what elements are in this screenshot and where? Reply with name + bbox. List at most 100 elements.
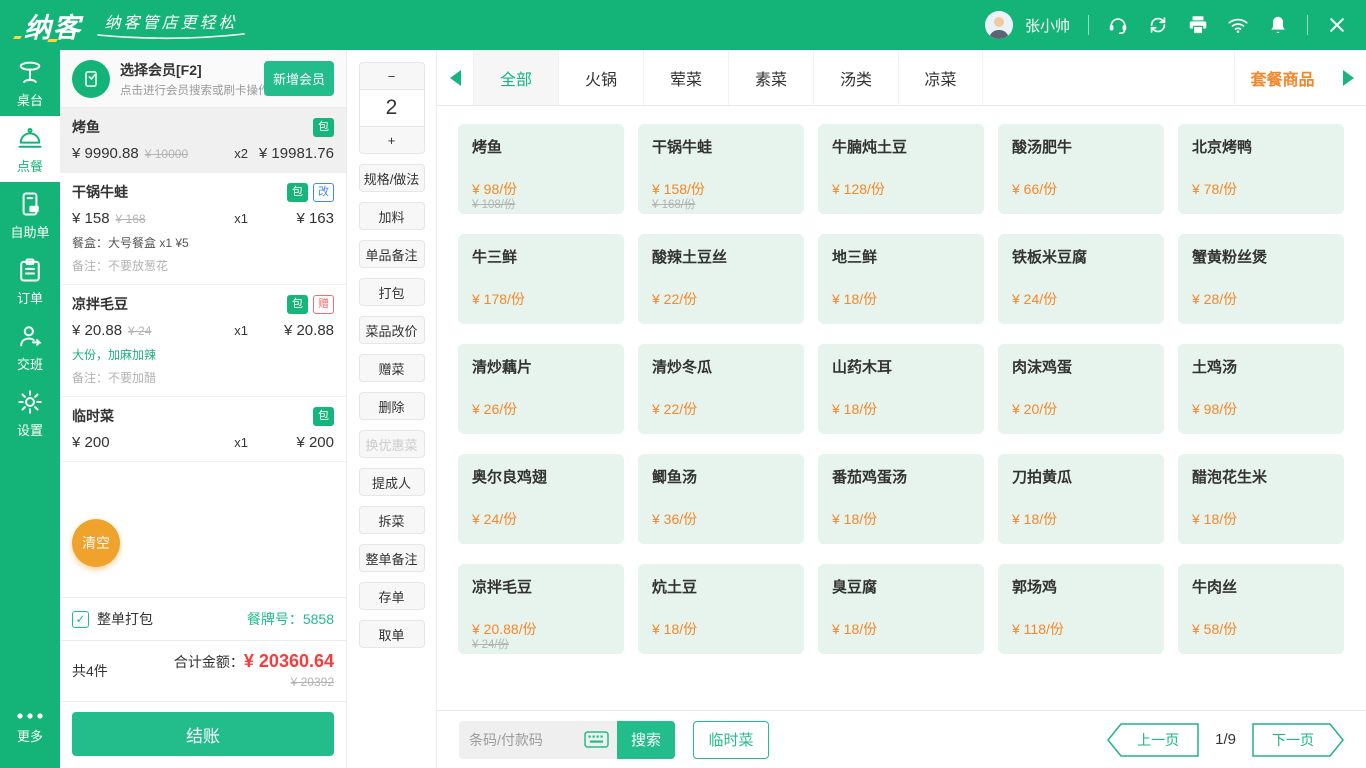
menu-item-card[interactable]: 臭豆腐¥ 18/份 [818,564,984,654]
menu-item-card[interactable]: 酸汤肥牛¥ 66/份 [998,124,1164,214]
menu-item-card[interactable]: 凉拌毛豆¥ 20.88/份¥ 24/份 [458,564,624,654]
menu-item-card[interactable]: 牛肉丝¥ 58/份 [1178,564,1344,654]
action-button-加料[interactable]: 加料 [359,202,425,230]
menu-item-card[interactable]: 鲫鱼汤¥ 36/份 [638,454,804,544]
action-button-提成人[interactable]: 提成人 [359,468,425,496]
menu-item-card[interactable]: 酸辣土豆丝¥ 22/份 [638,234,804,324]
pack-checkbox[interactable]: ✓ [72,611,89,628]
tab-全部[interactable]: 全部 [473,50,558,105]
menu-item-name: 肉沫鸡蛋 [1012,356,1154,377]
prev-page-label: 上一页 [1107,723,1199,757]
action-button-存单[interactable]: 存单 [359,582,425,610]
order-item-name: 凉拌毛豆 [72,294,128,314]
avatar[interactable] [985,11,1013,39]
action-buttons: 规格/做法加料单品备注打包菜品改价赠菜删除换优惠菜提成人拆菜整单备注存单取单 [359,164,425,648]
sidebar-item-设置[interactable]: 设置 [0,380,60,446]
tab-凉菜[interactable]: 凉菜 [898,50,983,105]
order-item-total: ¥ 163 [248,210,334,227]
checkout-button[interactable]: 结账 [72,712,334,756]
action-button-整单备注[interactable]: 整单备注 [359,544,425,572]
content: 全部火锅荤菜素菜汤类凉菜 套餐商品 烤鱼¥ 98/份¥ 108/份干锅牛蛙¥ 1… [437,50,1366,768]
order-item-original-price: ¥ 168 [116,212,146,226]
menu-item-card[interactable]: 北京烤鸭¥ 78/份 [1178,124,1344,214]
actions-column: − 2 + 规格/做法加料单品备注打包菜品改价赠菜删除换优惠菜提成人拆菜整单备注… [347,50,437,768]
action-button-取单[interactable]: 取单 [359,620,425,648]
menu-item-name: 刀拍黄瓜 [1012,466,1154,487]
menu-item-card[interactable]: 地三鲜¥ 18/份 [818,234,984,324]
service-icon[interactable] [1107,14,1129,36]
add-member-button[interactable]: 新增会员 [264,61,334,96]
order-item[interactable]: 临时菜包¥ 200x1¥ 200 [60,397,346,462]
menu-item-card[interactable]: 土鸡汤¥ 98/份 [1178,344,1344,434]
action-button-赠菜[interactable]: 赠菜 [359,354,425,382]
order-item-price: ¥ 158 [72,210,110,227]
keyboard-icon[interactable] [584,731,609,748]
action-button-规格/做法[interactable]: 规格/做法 [359,164,425,192]
brand: 纳客 纳客管店更轻松 [14,6,246,45]
sidebar-item-more[interactable]: 更多 [0,694,60,760]
barcode-input[interactable] [469,732,580,748]
menu-item-name: 北京烤鸭 [1192,136,1334,157]
tabs-prev-arrow-icon[interactable] [437,50,473,105]
menu-item-card[interactable]: 番茄鸡蛋汤¥ 18/份 [818,454,984,544]
menu-item-card[interactable]: 山药木耳¥ 18/份 [818,344,984,434]
order-item-name: 临时菜 [72,406,114,426]
order-item[interactable]: 凉拌毛豆包赠¥ 20.88¥ 24x1¥ 20.88大份，加麻加辣备注：不要加醋 [60,285,346,397]
order-item[interactable]: 干锅牛蛙包改¥ 158¥ 168x1¥ 163餐盒：大号餐盒 x1 ¥5备注：不… [60,173,346,285]
menu-item-card[interactable]: 烤鱼¥ 98/份¥ 108/份 [458,124,624,214]
sidebar-more-label: 更多 [17,726,43,745]
action-button-拆菜[interactable]: 拆菜 [359,506,425,534]
menu-item-price: ¥ 18/份 [1012,509,1057,529]
menu-item-card[interactable]: 清炒冬瓜¥ 22/份 [638,344,804,434]
sidebar-item-自助单[interactable]: 自助单 [0,182,60,248]
menu-item-card[interactable]: 奥尔良鸡翅¥ 24/份 [458,454,624,544]
search-group: 搜索 [459,721,675,759]
printer-icon[interactable] [1187,14,1209,36]
tab-火锅[interactable]: 火锅 [558,50,643,105]
menu-item-card[interactable]: 醋泡花生米¥ 18/份 [1178,454,1344,544]
close-icon[interactable] [1326,14,1348,36]
order-panel: 选择会员[F2] 点击进行会员搜索或刷卡操作 新增会员 烤鱼包¥ 9990.88… [60,50,347,768]
search-button[interactable]: 搜索 [617,721,675,759]
menu-item-card[interactable]: 干锅牛蛙¥ 158/份¥ 168/份 [638,124,804,214]
menu-item-card[interactable]: 牛三鲜¥ 178/份 [458,234,624,324]
order-item-price-row: ¥ 158¥ 168x1¥ 163 [72,210,334,227]
prev-page-button[interactable]: 上一页 [1107,723,1199,757]
username[interactable]: 张小帅 [1025,15,1070,36]
action-button-打包[interactable]: 打包 [359,278,425,306]
order-item-original-price: ¥ 10000 [145,147,188,161]
temp-dish-button[interactable]: 临时菜 [693,721,769,759]
action-button-单品备注[interactable]: 单品备注 [359,240,425,268]
tabs-spacer [983,50,1234,105]
sidebar-item-点餐[interactable]: 点餐 [0,116,60,182]
action-button-菜品改价[interactable]: 菜品改价 [359,316,425,344]
tab-荤菜[interactable]: 荤菜 [643,50,728,105]
wifi-icon[interactable] [1227,14,1249,36]
order-item[interactable]: 烤鱼包¥ 9990.88¥ 10000x2¥ 19981.76 [60,108,346,173]
qty-minus-button[interactable]: − [359,62,425,90]
menu-item-card[interactable]: 清炒藕片¥ 26/份 [458,344,624,434]
action-button-删除[interactable]: 删除 [359,392,425,420]
sync-icon[interactable] [1147,14,1169,36]
sidebar-item-订单[interactable]: 订单 [0,248,60,314]
sidebar-item-桌台[interactable]: 桌台 [0,50,60,116]
qty-plus-button[interactable]: + [359,126,425,154]
sidebar-item-交班[interactable]: 交班 [0,314,60,380]
tab-汤类[interactable]: 汤类 [813,50,898,105]
menu-item-card[interactable]: 铁板米豆腐¥ 24/份 [998,234,1164,324]
topbar-right: 张小帅 [985,11,1348,39]
next-page-button[interactable]: 下一页 [1252,723,1344,757]
tab-素菜[interactable]: 素菜 [728,50,813,105]
tabs-next-arrow-icon[interactable] [1330,50,1366,105]
tab-combo[interactable]: 套餐商品 [1234,50,1330,105]
menu-item-card[interactable]: 牛腩炖土豆¥ 128/份 [818,124,984,214]
menu-item-card[interactable]: 刀拍黄瓜 ¥ 18/份 [998,454,1164,544]
menu-item-card[interactable]: 蟹黄粉丝煲¥ 28/份 [1178,234,1344,324]
bell-icon[interactable] [1267,14,1289,36]
menu-item-card[interactable]: 炕土豆¥ 18/份 [638,564,804,654]
member-bar[interactable]: 选择会员[F2] 点击进行会员搜索或刷卡操作 新增会员 [60,50,346,108]
clear-order-button[interactable]: 清空 [72,519,120,567]
total-label: 合计金额： [174,654,244,670]
menu-item-card[interactable]: 郭场鸡¥ 118/份 [998,564,1164,654]
menu-item-card[interactable]: 肉沫鸡蛋¥ 20/份 [998,344,1164,434]
